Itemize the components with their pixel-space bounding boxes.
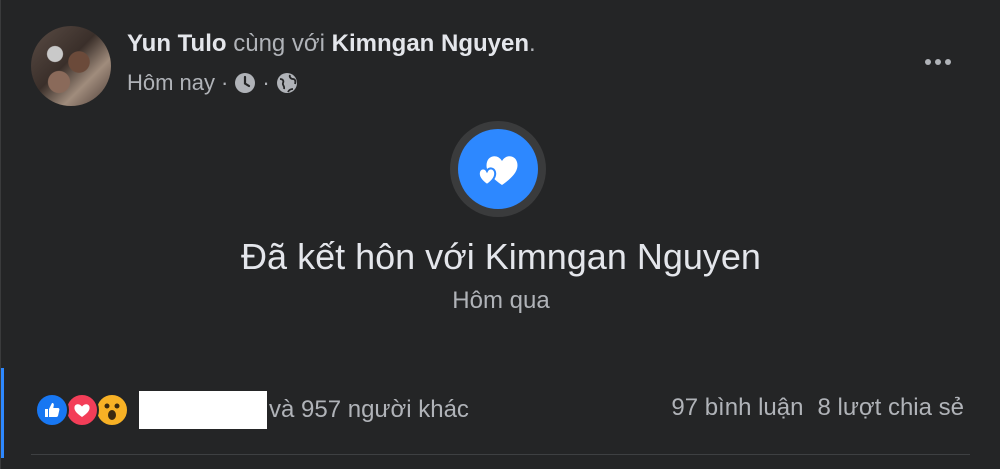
- reaction-summary[interactable]: và 957 người khác: [35, 391, 469, 429]
- meta-separator: ·: [221, 70, 229, 95]
- shares-count-link[interactable]: 8 lượt chia sẻ: [817, 394, 964, 422]
- post-header: Yun Tulo cùng với Kimngan Nguyen.: [127, 30, 536, 58]
- header-period: .: [529, 30, 536, 57]
- dot-icon: [945, 59, 951, 65]
- like-icon: [35, 393, 69, 427]
- love-icon: [65, 393, 99, 427]
- clock-icon: [234, 72, 256, 94]
- life-event-icon-ring: [450, 121, 546, 217]
- post-stats: 97 bình luận 8 lượt chia sẻ: [671, 394, 964, 422]
- dot-icon: [925, 59, 931, 65]
- globe-icon[interactable]: [276, 72, 298, 94]
- redacted-names: [139, 391, 267, 429]
- author-name-link[interactable]: Yun Tulo: [127, 30, 227, 57]
- life-event-title: Đã kết hôn với Kimngan Nguyen: [241, 236, 761, 277]
- hearts-icon: [458, 129, 538, 209]
- post-card: Yun Tulo cùng với Kimngan Nguyen. Hôm na…: [0, 0, 1000, 469]
- comments-count-link[interactable]: 97 bình luận: [671, 394, 803, 422]
- author-avatar[interactable]: [31, 26, 111, 106]
- focus-indicator: [1, 368, 4, 458]
- post-timestamp-link[interactable]: Hôm nay: [127, 70, 215, 96]
- post-meta: Hôm nay · ·: [127, 70, 298, 96]
- life-event-date: Hôm qua: [452, 287, 550, 314]
- wow-icon: [95, 393, 129, 427]
- tagged-user-link[interactable]: Kimngan Nguyen: [332, 30, 529, 57]
- meta-separator-2: ·: [262, 70, 270, 95]
- with-text: cùng với: [233, 30, 325, 57]
- footer-divider: [31, 454, 970, 455]
- dot-icon: [935, 59, 941, 65]
- reaction-others-count[interactable]: và 957 người khác: [269, 396, 469, 424]
- more-options-button[interactable]: [920, 44, 956, 80]
